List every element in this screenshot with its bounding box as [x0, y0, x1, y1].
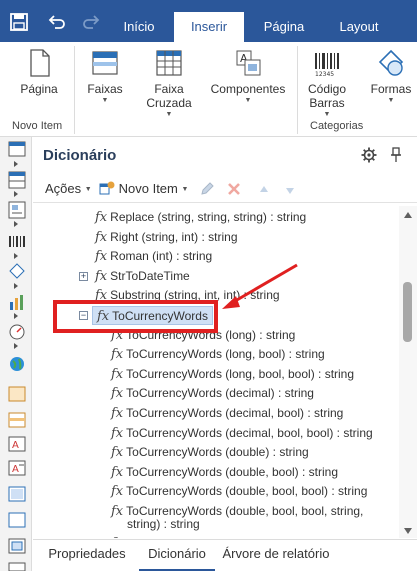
annotation-arrow-icon: [222, 263, 298, 309]
report-designer-window: Início Inserir Página Layout Página Faix…: [0, 0, 417, 571]
